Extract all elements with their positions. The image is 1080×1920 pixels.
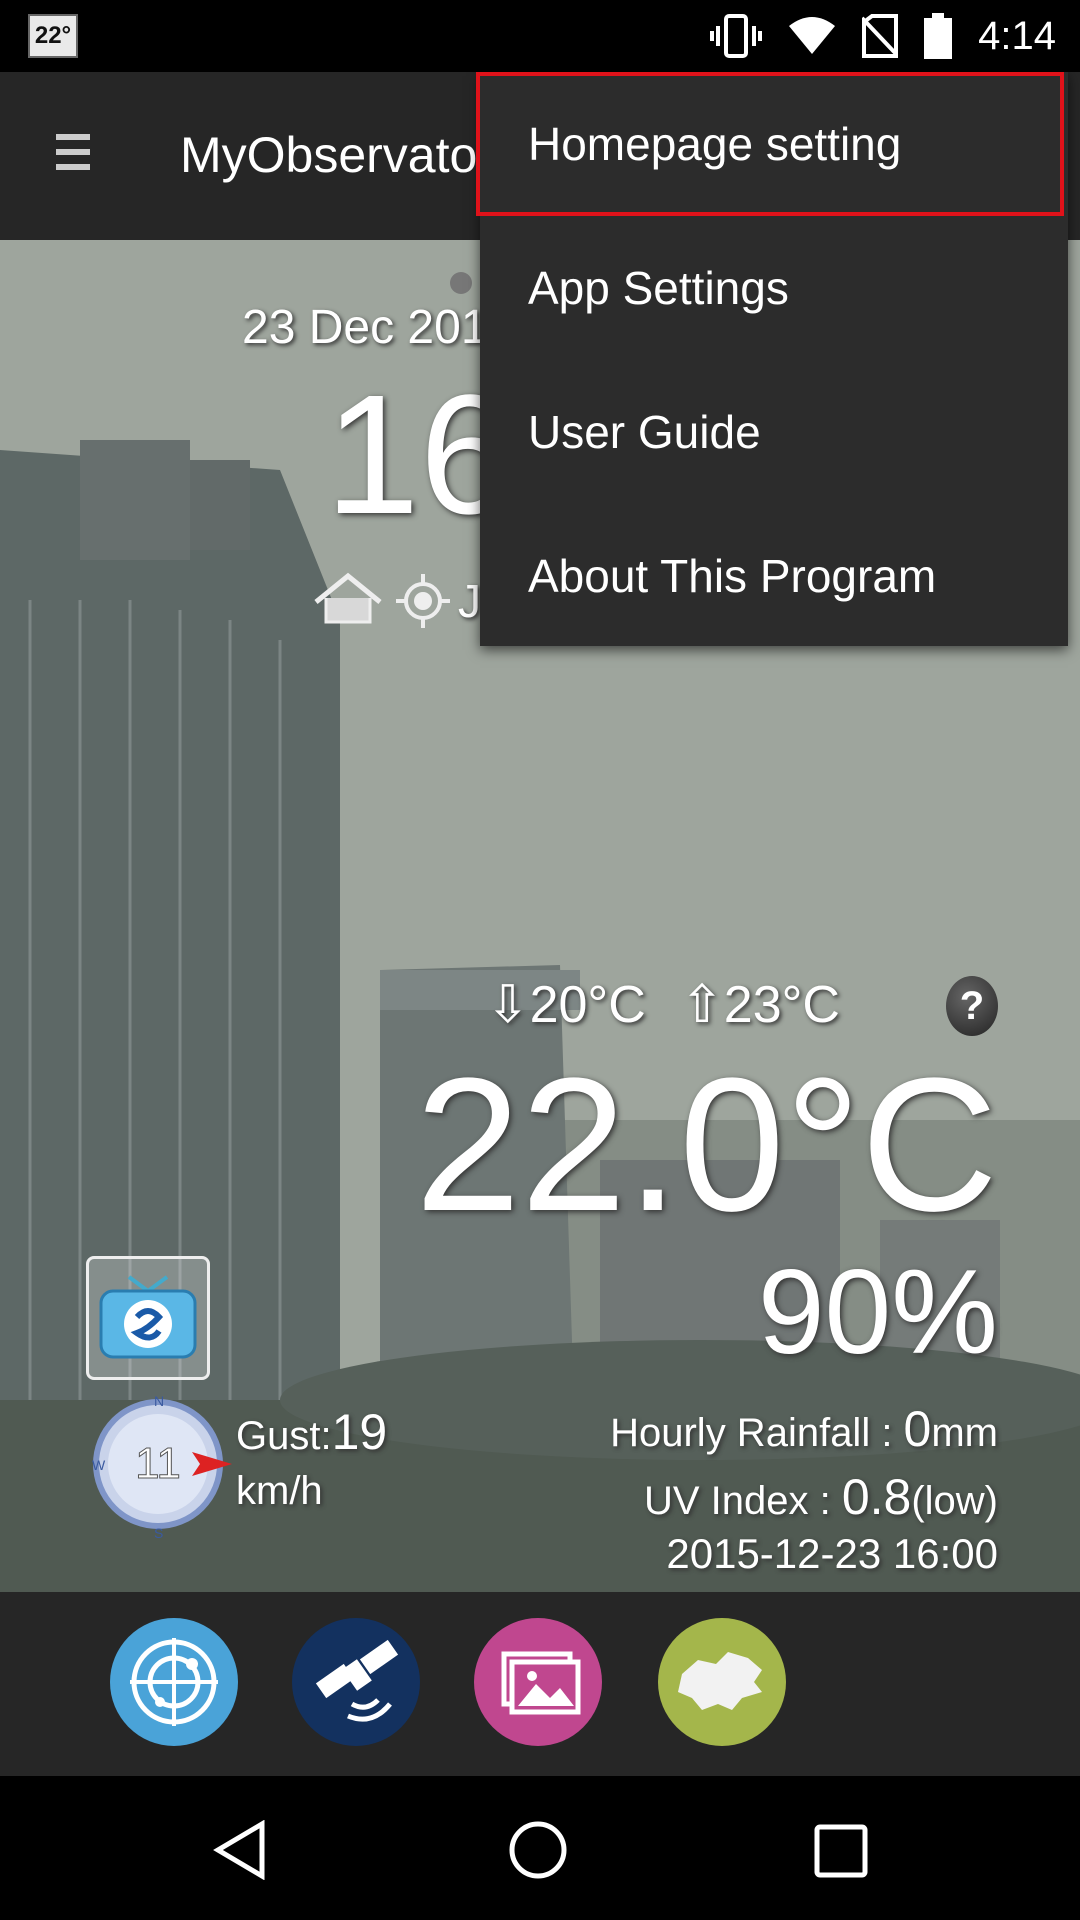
gust-unit: km/h: [236, 1469, 323, 1513]
svg-text:W: W: [92, 1457, 106, 1473]
menu-item-homepage-setting[interactable]: Homepage setting: [476, 72, 1064, 216]
locate-icon[interactable]: [396, 574, 450, 628]
down-arrow-icon: ⇩: [486, 976, 530, 1034]
hong-kong-map-icon: [678, 1652, 762, 1710]
image-gallery-icon: [501, 1651, 581, 1715]
back-icon[interactable]: [212, 1820, 268, 1880]
satellite-button[interactable]: [292, 1618, 420, 1746]
gust-label: Gust:: [236, 1414, 332, 1458]
wifi-icon: [789, 17, 836, 54]
location-label: J: [458, 575, 481, 627]
rainfall-value: 0: [903, 1401, 932, 1457]
satellite-icon: [315, 1639, 399, 1722]
uv-value: 0.8: [841, 1469, 912, 1525]
status-icons: 4:14: [710, 8, 1056, 64]
rainfall-label: Hourly Rainfall :: [610, 1411, 904, 1455]
overflow-menu: Homepage setting App Settings User Guide…: [476, 72, 1068, 648]
min-temperature: 20°C: [529, 976, 646, 1034]
relative-humidity: 90%: [757, 1245, 998, 1379]
regional-map-button[interactable]: [658, 1618, 786, 1746]
home-nav-icon[interactable]: [508, 1820, 568, 1880]
gallery-button[interactable]: [474, 1618, 602, 1746]
status-clock: 4:14: [978, 13, 1056, 58]
page-indicator-dot: [450, 272, 472, 294]
navigation-bar: [0, 1776, 1080, 1920]
up-arrow-icon: ⇧: [680, 976, 724, 1034]
date-label: 23 Dec 2015: [242, 301, 515, 354]
hamburger-icon[interactable]: [56, 134, 90, 178]
gust-info: Gust:19 km/h: [236, 1400, 387, 1517]
help-icon[interactable]: ?: [946, 976, 998, 1036]
svg-text:S: S: [154, 1525, 163, 1541]
weather-tv-icon[interactable]: [86, 1256, 210, 1380]
current-temperature: 22.0°C: [415, 1039, 998, 1251]
recents-icon[interactable]: [814, 1824, 868, 1878]
battery-icon: [924, 13, 953, 59]
hourly-rainfall: Hourly Rainfall : 0mm: [610, 1400, 998, 1458]
home-icon[interactable]: [312, 572, 384, 626]
no-sim-icon: [862, 14, 899, 58]
wind-compass-icon: N S W 11: [92, 1393, 232, 1541]
wind-speed: 11: [135, 1439, 181, 1488]
radar-icon: [130, 1638, 218, 1726]
menu-item-user-guide[interactable]: User Guide: [480, 360, 1068, 504]
gust-value: 19: [331, 1404, 388, 1460]
max-temperature: 23°C: [723, 976, 840, 1034]
vibrate-icon: [710, 14, 763, 58]
menu-item-app-settings[interactable]: App Settings: [480, 216, 1068, 360]
svg-text:N: N: [154, 1393, 164, 1409]
app-title: MyObservatory: [180, 127, 519, 183]
status-bar: 22° 4:14: [0, 0, 1080, 72]
menu-item-about-this-program[interactable]: About This Program: [480, 504, 1068, 648]
temperature-notification-icon: 22°: [28, 14, 78, 58]
uv-level: (low): [911, 1479, 998, 1523]
uv-index: UV Index : 0.8(low): [644, 1468, 998, 1526]
min-max-temperature: ⇩20°C ⇧23°C: [486, 975, 840, 1035]
rainfall-unit: mm: [931, 1411, 998, 1455]
observation-time: 2015-12-23 16:00: [666, 1530, 998, 1577]
uv-label: UV Index :: [643, 1479, 842, 1523]
radar-button[interactable]: [110, 1618, 238, 1746]
